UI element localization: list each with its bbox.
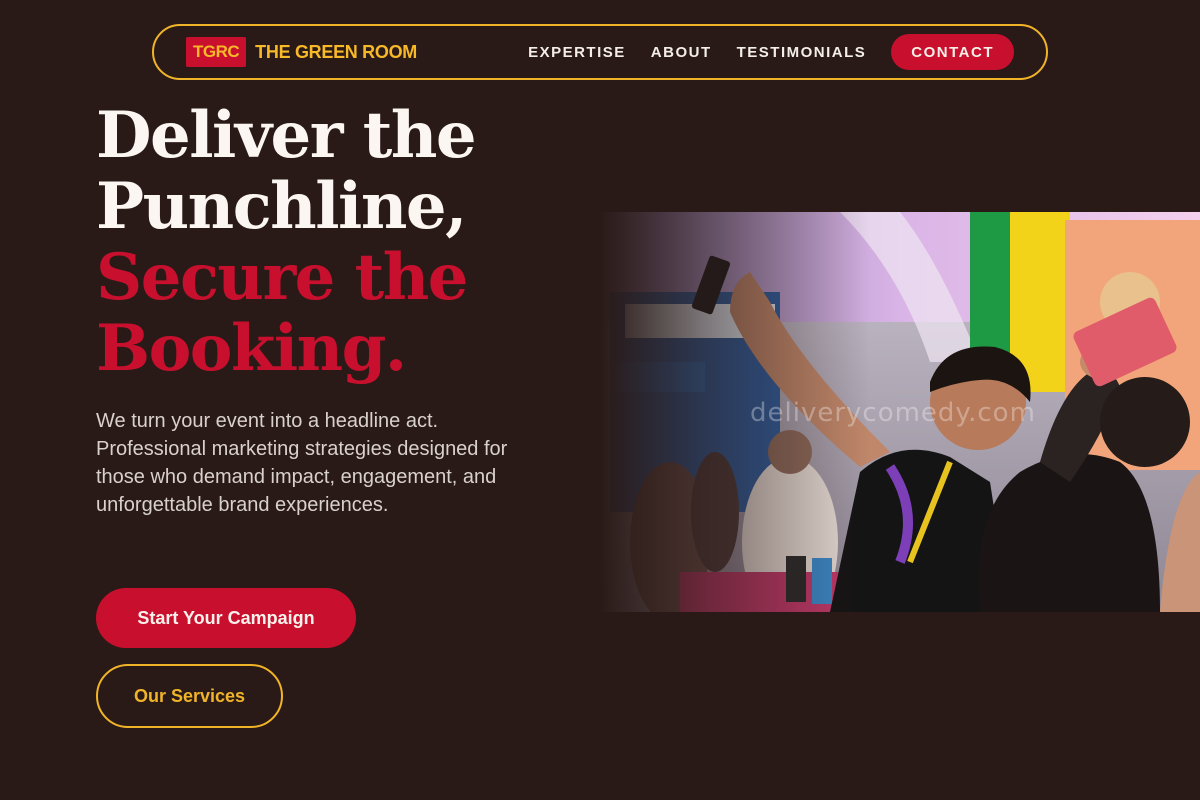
headline-line-2: Punchline,: [96, 169, 467, 244]
nav-link-about[interactable]: ABOUT: [651, 44, 712, 61]
nav-links: EXPERTISE ABOUT TESTIMONIALS CONTACT: [503, 34, 1014, 70]
hero-subtext: We turn your event into a headline act. …: [96, 410, 508, 516]
image-watermark: deliverycomedy.com: [750, 398, 1036, 428]
brand-logo[interactable]: TGRC THE GREEN ROOM: [186, 37, 417, 67]
headline-line-4: Booking.: [96, 311, 407, 386]
brand-name: THE GREEN ROOM: [255, 41, 417, 62]
hero-photo: deliverycomedy.com: [600, 212, 1200, 612]
nav-link-testimonials[interactable]: TESTIMONIALS: [737, 44, 867, 61]
headline-line-3: Secure the: [96, 240, 468, 315]
contact-button[interactable]: CONTACT: [891, 34, 1014, 70]
our-services-button[interactable]: Our Services: [96, 664, 283, 728]
top-navbar: TGRC THE GREEN ROOM EXPERTISE ABOUT TEST…: [152, 24, 1048, 80]
headline-line-1: Deliver the: [96, 98, 477, 173]
nav-link-expertise[interactable]: EXPERTISE: [528, 44, 626, 61]
page: TGRC THE GREEN ROOM EXPERTISE ABOUT TEST…: [0, 0, 1200, 800]
brand-badge: TGRC: [186, 37, 247, 67]
hero-headline: Deliver the Punchline, Secure the Bookin…: [96, 100, 616, 384]
start-campaign-button[interactable]: Start Your Campaign: [96, 588, 356, 648]
